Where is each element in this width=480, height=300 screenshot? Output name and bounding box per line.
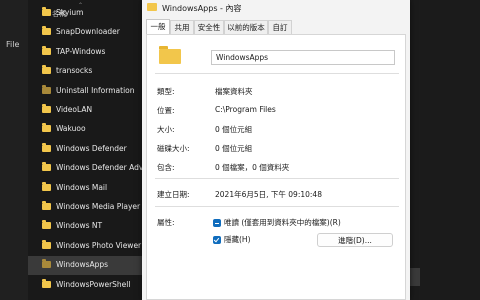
disk-size-value: 0 個位元組: [215, 144, 253, 153]
location-label: 位置:: [157, 106, 175, 115]
list-item-label: WindowsApps: [56, 260, 109, 270]
contains-label: 包含:: [157, 163, 175, 172]
folder-icon: [42, 104, 51, 113]
hidden-label[interactable]: 隱藏(H): [224, 234, 251, 245]
tab-security[interactable]: 安全性: [194, 20, 224, 34]
general-tab-content: 類型: 檔案資料夾 位置: C:\Program Files 大小: 0 個位元…: [146, 34, 406, 300]
size-value: 0 個位元組: [215, 125, 253, 134]
created-value: 2021年6月5日, 下午 09:10:48: [215, 190, 322, 199]
folder-icon: [42, 26, 51, 36]
advanced-button[interactable]: 進階(D)...: [317, 233, 393, 247]
folder-name-input[interactable]: [211, 50, 395, 65]
folder-icon: [42, 84, 51, 94]
list-item-label: Windows Mail: [56, 182, 108, 192]
list-item[interactable]: VideoLAN: [28, 101, 142, 120]
nav-file-label[interactable]: File: [6, 40, 19, 49]
list-item-label: Uninstall Information: [56, 85, 135, 95]
folder-icon: [42, 220, 51, 230]
tab-general[interactable]: 一般: [146, 19, 170, 34]
list-item-label: WindowsPowerShell: [56, 279, 131, 289]
list-item[interactable]: Windows NT: [28, 217, 142, 236]
list-item-label: SnapDownloader: [56, 27, 120, 37]
type-value: 檔案資料夾: [215, 87, 253, 96]
list-item[interactable]: Wakuoo: [28, 120, 142, 139]
readonly-checkbox[interactable]: [213, 219, 221, 227]
hidden-checkbox[interactable]: [213, 236, 221, 244]
list-item-label: Windows NT: [56, 221, 103, 231]
large-folder-icon: [159, 46, 181, 64]
tab-customize[interactable]: 自訂: [268, 20, 292, 34]
folder-icon: [42, 181, 51, 191]
tab-sharing[interactable]: 共用: [170, 20, 194, 34]
list-item[interactable]: WindowsPowerShell: [28, 276, 142, 295]
folder-icon: [42, 7, 51, 16]
list-item-label: Windows Defender Adva: [56, 163, 142, 173]
list-item[interactable]: WindowsApps: [28, 256, 142, 276]
nav-pane: File: [0, 0, 28, 300]
attributes-label: 屬性:: [157, 218, 175, 227]
divider: [155, 73, 399, 74]
list-item[interactable]: Uninstall Information: [28, 82, 142, 101]
folder-icon: [42, 142, 51, 152]
folder-icon: [42, 123, 51, 133]
explorer-right-area: [410, 0, 480, 300]
disk-size-label: 磁碟大小:: [157, 144, 190, 153]
list-item[interactable]: Skyium: [28, 4, 142, 23]
list-item-label: Skyium: [56, 8, 84, 17]
properties-dialog: WindowsApps - 內容 一般 共用 安全性 以前的版本 自訂 類型: …: [142, 0, 410, 300]
folder-icon: [42, 162, 51, 172]
contains-value: 0 個檔案，0 個資料夾: [215, 163, 290, 172]
list-item[interactable]: Windows Defender Adva: [28, 159, 142, 178]
list-item[interactable]: transocks: [28, 62, 142, 81]
list-item[interactable]: Windows Photo Viewer: [28, 237, 142, 256]
folder-icon: [42, 259, 51, 269]
location-value: C:\Program Files: [215, 105, 276, 114]
folder-icon: [147, 3, 157, 11]
list-item-label: VideoLAN: [56, 105, 93, 114]
list-item[interactable]: Windows Mail: [28, 179, 142, 198]
list-item-label: transocks: [56, 66, 93, 76]
file-list: ⌃ 名稱 Skyium SnapDownloader TAP-Windows tran…: [28, 0, 142, 300]
readonly-label[interactable]: 唯讀 (僅套用到資料夾中的檔案)(R): [224, 217, 341, 228]
folder-icon: [42, 201, 51, 210]
list-item-label: Windows Media Player: [56, 202, 141, 211]
list-item-label: Wakuoo: [56, 124, 86, 134]
list-item-label: Windows Defender: [56, 143, 127, 153]
selected-row-highlight-right: [410, 268, 420, 286]
list-item-label: TAP-Windows: [56, 46, 106, 56]
type-label: 類型:: [157, 87, 175, 96]
tab-previous-versions[interactable]: 以前的版本: [224, 20, 268, 34]
divider: [155, 206, 399, 207]
divider: [155, 178, 399, 179]
folder-icon: [42, 278, 51, 288]
list-item[interactable]: SnapDownloader: [28, 23, 142, 42]
list-item[interactable]: Windows Defender: [28, 140, 142, 159]
size-label: 大小:: [157, 125, 175, 134]
created-label: 建立日期:: [157, 190, 190, 199]
dialog-title: WindowsApps - 內容: [162, 4, 242, 13]
dialog-titlebar[interactable]: WindowsApps - 內容: [142, 0, 410, 16]
list-item[interactable]: TAP-Windows: [28, 43, 142, 62]
folder-icon: [42, 65, 51, 75]
folder-icon: [42, 45, 51, 55]
folder-icon: [42, 239, 51, 249]
list-item-label: Windows Photo Viewer: [56, 240, 142, 250]
list-item[interactable]: Windows Media Player: [28, 198, 142, 217]
